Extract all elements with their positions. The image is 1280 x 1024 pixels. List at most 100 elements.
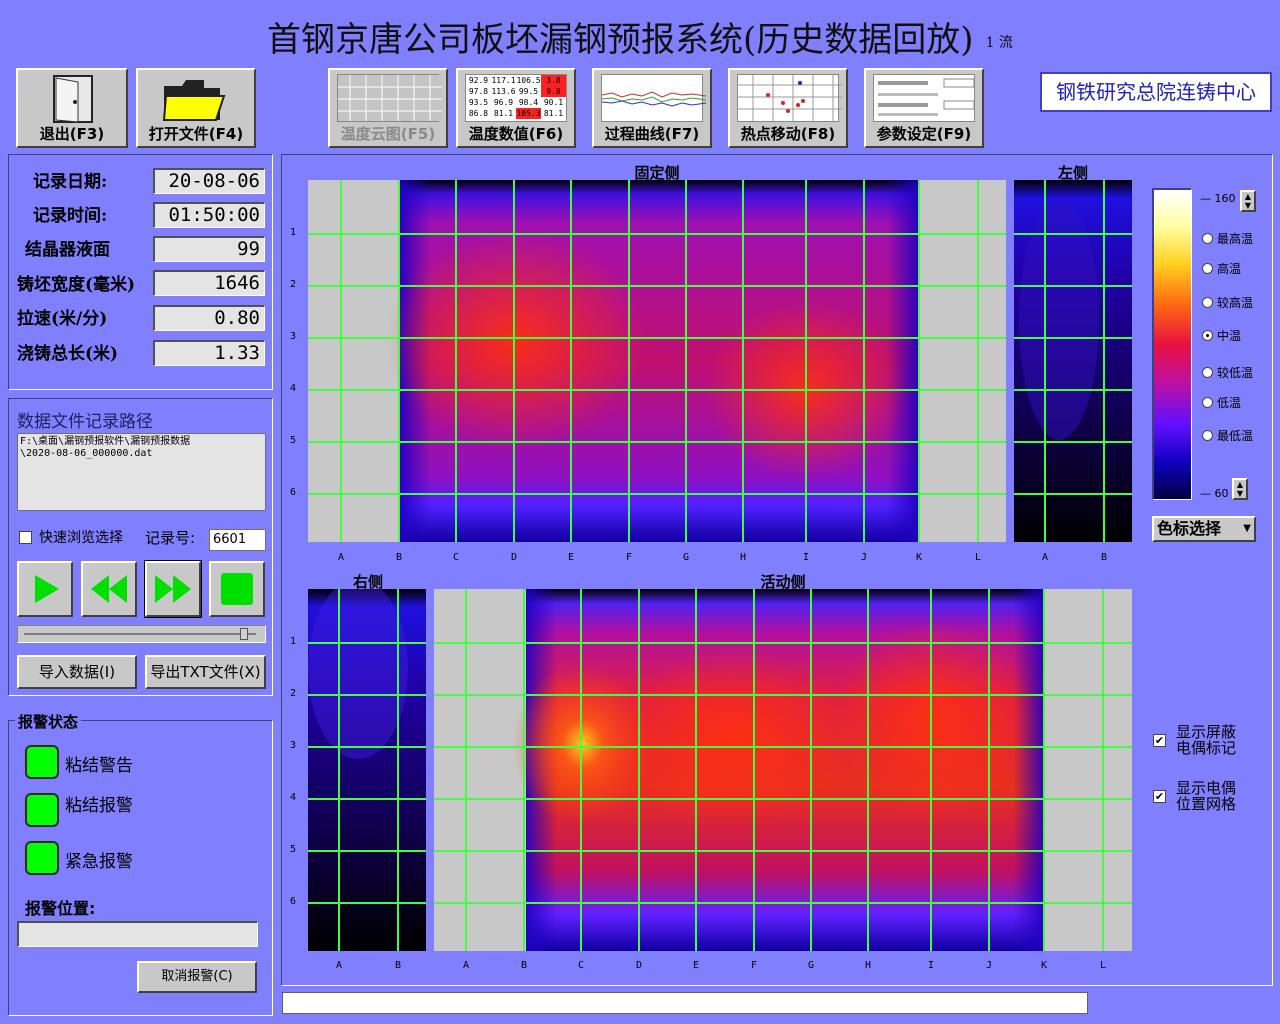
row-label: 4 [290,383,297,394]
col-label: F [751,960,758,971]
grid-position-checkbox[interactable]: ✔ [1153,790,1166,803]
export-txt-button[interactable]: 导出TXT文件(X) [145,655,266,689]
alarm-position-label: 报警位置: [25,899,96,918]
status-bar [282,992,1088,1014]
scale-max-spinner[interactable]: ▲ ▼ [1240,190,1256,212]
row-label: 4 [290,792,297,803]
open-file-label: 打开文件(F4) [148,125,244,143]
thumb-cell: 93.5 [468,98,489,107]
fixed-row-axis: 1 2 3 4 5 6 [288,180,304,542]
hotspot-move-label: 热点移动(F8) [740,125,836,143]
color-scale-select-label: 色标选择 [1157,519,1222,538]
col-label: K [916,552,923,563]
level-radio[interactable]: 最低温 [1202,427,1253,444]
row-label: 2 [290,279,297,290]
radio-icon [1202,330,1213,341]
thumb-cell: 113.6 [491,87,516,96]
hotspot-move-button[interactable]: 热点移动(F8) [728,68,848,148]
level-radio[interactable]: 最高温 [1202,230,1253,247]
param-thumbnail [873,74,975,122]
slider-track [24,633,256,635]
level-radio[interactable]: 中温 [1202,327,1241,344]
level-radio[interactable]: 低温 [1202,394,1241,411]
row-label: 2 [290,688,297,699]
fixed-col-axis: A B C D E F G H I J K L [308,552,1006,566]
temp-values-label: 温度数值(F6) [468,125,564,143]
level-label: 结晶器液面 [25,240,110,260]
col-label: B [395,960,402,971]
stop-icon [221,573,253,605]
rewind-icon [91,575,127,603]
scale-min-spinner[interactable]: ▲ ▼ [1232,478,1248,500]
thumb-cell: 106.5 [516,76,541,85]
thumb-cell: 3.8 [541,75,566,86]
col-label: E [693,960,700,971]
slider-thumb[interactable] [240,628,248,640]
fast-forward-button[interactable] [144,560,202,618]
time-label: 记录时间: [33,206,108,226]
row-label: 3 [290,331,297,342]
col-label: A [336,960,343,971]
speed-label: 拉速(米/分) [17,309,108,329]
info-group: 记录日期: 20-08-06 记录时间: 01:50:00 结晶器液面 99 铸… [8,154,273,390]
color-scale-select[interactable]: 色标选择 ▼ [1152,516,1256,542]
file-path-box[interactable]: F:\桌面\漏钢预报软件\漏钢预报数据 \2020-08-06_000000.d… [17,433,266,511]
level-radio[interactable]: 较低温 [1202,364,1253,381]
col-label: I [928,960,935,971]
exit-button[interactable]: 退出(F3) [16,68,128,148]
level-label: 中温 [1217,329,1242,343]
thumb-cell: 86.8 [468,109,489,118]
quick-browse-checkbox[interactable] [19,531,32,544]
shield-marker-checkbox[interactable]: ✔ [1153,734,1166,747]
length-label: 浇铸总长(米) [17,344,119,364]
right-side-heatmap [308,589,426,951]
temp-cloud-button[interactable]: 温度云图(F5) [328,68,448,148]
door-icon [53,75,93,123]
settings-form-icon [878,78,975,116]
process-curve-button[interactable]: 过程曲线(F7) [592,68,712,148]
record-number-input[interactable]: 6601 [209,529,266,551]
file-path-header: 数据文件记录路径 [17,412,153,432]
rewind-button[interactable] [81,561,137,617]
file-path-line: F:\桌面\漏钢预报软件\漏钢预报数据 [20,436,191,447]
speed-value: 0.80 [153,305,265,331]
col-label: B [1101,552,1108,563]
stop-button[interactable] [209,561,265,617]
import-data-button[interactable]: 导入数据(I) [17,655,137,689]
col-label: I [803,552,810,563]
window-title: 首钢京唐公司板坯漏钢预报系统(历史数据回放) 1 流 [0,12,1280,61]
open-file-button[interactable]: 打开文件(F4) [136,68,256,148]
left-side-heatmap [1014,180,1132,542]
row-label: 5 [290,844,297,855]
thumb-cell: 90.1 [543,98,564,107]
thumb-cell: 97.8 [468,87,489,96]
play-button[interactable] [17,561,73,617]
col-label: D [511,552,518,563]
temp-values-thumbnail: 92.9 117.1 106.5 3.8 97.8 113.6 99.5 9.8 93.5 9… [465,74,567,122]
col-label: C [453,552,460,563]
playback-slider[interactable] [17,625,266,643]
alarm-position-value [17,921,258,947]
cancel-alarm-button[interactable]: 取消报警(C) [137,961,257,993]
col-label: K [1041,960,1048,971]
radio-icon [1202,233,1213,244]
flow-label: 1 流 [985,35,1013,51]
length-value: 1.33 [153,340,265,366]
record-label: 记录号: [145,529,196,547]
row-label: 5 [290,435,297,446]
param-settings-button[interactable]: 参数设定(F9) [864,68,984,148]
level-label: 最低温 [1217,429,1254,443]
temp-values-button[interactable]: 92.9 117.1 106.5 3.8 97.8 113.6 99.5 9.8 93.5 9… [456,68,576,148]
folder-icon [162,80,226,121]
thumb-cell: 99.5 [518,87,539,96]
col-label: J [861,552,868,563]
play-icon [35,575,59,603]
level-label: 高温 [1217,262,1242,276]
quick-browse-label: 快速浏览选择 [39,530,123,546]
level-radio[interactable]: 高温 [1202,260,1241,277]
level-radio[interactable]: 较高温 [1202,294,1253,311]
radio-icon [1202,397,1213,408]
shield-marker-label: 显示屏蔽电偶标记 [1176,723,1237,757]
thumb-cell: 98.4 [518,98,539,107]
alarm-group: 报警状态 粘结警告 粘结报警 紧急报警 报警位置: 取消报警(C) [8,711,273,1016]
